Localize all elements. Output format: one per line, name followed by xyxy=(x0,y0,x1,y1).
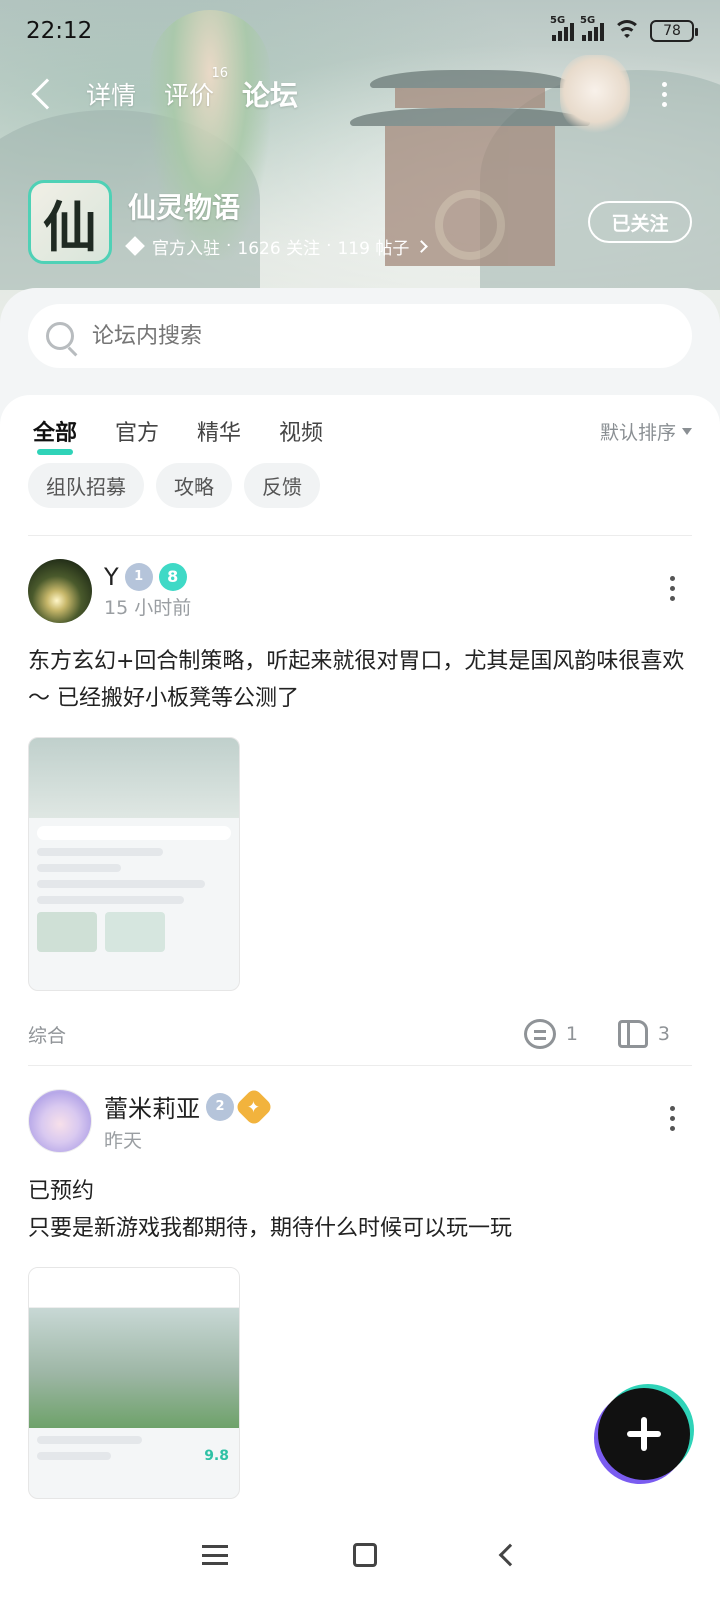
signal-label: 5G xyxy=(550,15,566,26)
post-more-icon[interactable] xyxy=(670,1106,676,1136)
search-bar[interactable] xyxy=(28,304,692,368)
divider xyxy=(28,535,692,536)
more-options-icon[interactable] xyxy=(662,82,668,112)
thumbs-up-icon xyxy=(617,1020,648,1048)
game-info: 仙 仙灵物语 官方入驻 · 1626 关注 · 119 帖子 已关注 xyxy=(28,180,692,264)
filter-tab-featured[interactable]: 精华 xyxy=(197,415,241,447)
search-icon xyxy=(46,322,74,350)
post-card[interactable]: 蕾米莉亚 2 ✦ 昨天 已预约 只要是新游戏我都期待，期待什么时候可以玩一玩 9… xyxy=(28,1086,692,1499)
comment-button[interactable]: 1 xyxy=(523,1019,578,1049)
username[interactable]: Y xyxy=(104,563,119,591)
tab-reviews-label: 评价 xyxy=(164,81,215,110)
sort-dropdown[interactable]: 默认排序 xyxy=(600,418,692,445)
post-time: 15 小时前 xyxy=(104,596,192,619)
filter-tab-all[interactable]: 全部 xyxy=(33,415,77,455)
divider xyxy=(28,1065,692,1066)
menu-icon[interactable] xyxy=(202,1544,229,1565)
level-badge: 1 xyxy=(124,562,153,591)
chip-guide[interactable]: 攻略 xyxy=(156,463,232,508)
comment-icon xyxy=(523,1019,556,1049)
post-text-line: 只要是新游戏我都期待，期待什么时候可以玩一玩 xyxy=(28,1216,513,1241)
post-category[interactable]: 综合 xyxy=(28,1021,66,1048)
separator: · xyxy=(326,236,332,256)
system-nav-bar xyxy=(0,1508,720,1601)
post-text: 东方玄幻+回合制策略，听起来就很对胃口，尤其是国风韵味很喜欢～ 已经搬好小板凳等… xyxy=(28,649,685,711)
post-text-line: 已预约 xyxy=(28,1179,95,1204)
signal-icon: 5G xyxy=(550,15,574,41)
like-count: 3 xyxy=(657,1023,670,1045)
posts-count: 119 帖子 xyxy=(337,238,410,259)
signal-label: 5G xyxy=(580,15,596,26)
filter-tab-official[interactable]: 官方 xyxy=(115,415,159,447)
plus-icon xyxy=(627,1417,661,1451)
post-time: 昨天 xyxy=(104,1130,143,1152)
home-icon[interactable] xyxy=(352,1542,377,1567)
filter-tab-video[interactable]: 视频 xyxy=(279,415,323,447)
level-badge: 2 xyxy=(206,1092,234,1121)
post-text: 已预约 只要是新游戏我都期待，期待什么时候可以玩一玩 xyxy=(28,1173,692,1247)
back-icon[interactable] xyxy=(31,78,63,110)
post-screenshot-image[interactable]: 9.8 xyxy=(28,1267,240,1499)
post-more-icon[interactable] xyxy=(670,576,676,606)
avatar[interactable] xyxy=(28,559,92,623)
create-post-button[interactable] xyxy=(598,1388,690,1480)
search-input[interactable] xyxy=(92,323,652,349)
chevron-right-icon xyxy=(415,239,429,253)
wifi-icon xyxy=(612,20,642,42)
avatar[interactable] xyxy=(28,1089,92,1153)
tab-forum[interactable]: 论坛 xyxy=(242,74,299,114)
reviews-count-badge: 16 xyxy=(211,66,229,81)
signal-icon: 5G xyxy=(580,15,604,41)
top-nav: 详情 评价 16 论坛 xyxy=(0,66,720,118)
battery-icon: 78 xyxy=(650,20,698,42)
filter-tabs: 全部 官方 精华 视频 默认排序 xyxy=(33,411,692,455)
followers-count: 1626 关注 xyxy=(237,238,321,259)
tag-chips: 组队招募 攻略 反馈 xyxy=(28,463,320,508)
verified-label: 官方入驻 xyxy=(152,238,220,259)
tab-reviews[interactable]: 评价 16 xyxy=(164,66,228,112)
medal-badge: 8 xyxy=(158,562,187,591)
verified-diamond-icon xyxy=(125,236,145,256)
status-time: 22:12 xyxy=(26,18,93,44)
post-card[interactable]: Y 1 8 15 小时前 东方玄幻+回合制策略，听起来就很对胃口，尤其是国风韵味… xyxy=(28,559,692,1049)
forum-content: 全部 官方 精华 视频 默认排序 组队招募 攻略 反馈 Y 1 8 15 小时前… xyxy=(0,395,720,1508)
chip-feedback[interactable]: 反馈 xyxy=(244,463,320,508)
back-icon[interactable] xyxy=(498,1543,521,1566)
status-bar: 22:12 5G 5G 78 xyxy=(0,0,720,62)
battery-level: 78 xyxy=(663,23,681,39)
game-stats[interactable]: 官方入驻 · 1626 关注 · 119 帖子 xyxy=(125,234,429,259)
chip-team-recruit[interactable]: 组队招募 xyxy=(28,463,144,508)
tab-details[interactable]: 详情 xyxy=(86,76,136,112)
separator: · xyxy=(226,236,232,256)
username[interactable]: 蕾米莉亚 xyxy=(104,1089,200,1124)
comment-count: 1 xyxy=(565,1023,578,1045)
game-icon[interactable]: 仙 xyxy=(28,180,112,264)
game-name: 仙灵物语 xyxy=(128,190,241,224)
like-button[interactable]: 3 xyxy=(617,1020,670,1048)
post-screenshot-image[interactable] xyxy=(28,737,240,991)
medal-badge: ✦ xyxy=(234,1086,274,1127)
follow-button[interactable]: 已关注 xyxy=(588,201,692,243)
